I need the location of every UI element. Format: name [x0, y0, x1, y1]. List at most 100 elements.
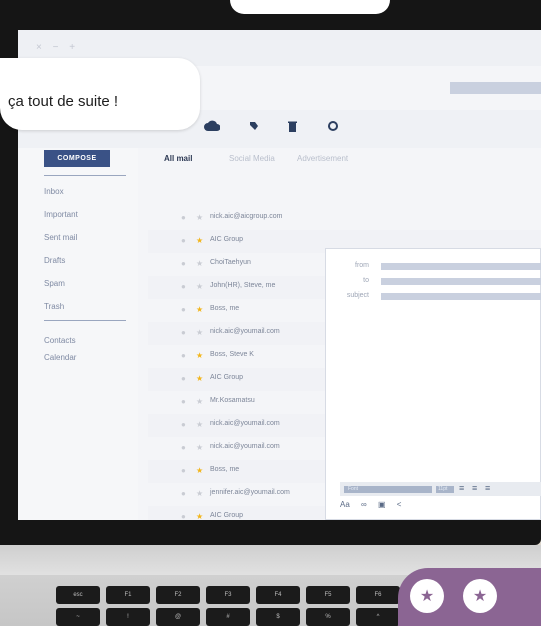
star-icon[interactable]: ★ [196, 236, 203, 245]
sidebar [18, 148, 138, 520]
message-sender: Boss, me [210, 466, 240, 473]
font-size-select[interactable]: 11pt [436, 486, 454, 493]
star-icon[interactable]: ★ [196, 489, 203, 498]
star-icon[interactable]: ★ [196, 305, 203, 314]
message-sender: Boss, Steve K [210, 351, 254, 358]
text-format-icon[interactable]: Aa [340, 500, 350, 509]
link-icon[interactable]: ∞ [361, 500, 367, 509]
select-checkbox[interactable]: ● [181, 374, 186, 383]
message-sender: nick.aic@youmail.com [210, 420, 280, 427]
sidebar-item-trash[interactable]: Trash [44, 302, 64, 311]
message-sender: nick.aic@aicgroup.com [210, 213, 283, 220]
star-icon[interactable]: ★ [196, 213, 203, 222]
from-field[interactable] [381, 263, 541, 270]
speech-bubble-text: ça tout de suite ! [8, 93, 119, 110]
key-5[interactable]: % [306, 608, 350, 626]
message-sender: ChoiTaehyun [210, 259, 251, 266]
sidebar-item-sent-mail[interactable]: Sent mail [44, 233, 77, 242]
select-checkbox[interactable]: ● [181, 305, 186, 314]
star-icon: ★ [419, 588, 435, 605]
message-sender: Boss, me [210, 305, 240, 312]
select-checkbox[interactable]: ● [181, 466, 186, 475]
to-field[interactable] [381, 278, 541, 285]
speech-bubble-fragment [230, 0, 390, 14]
message-sender: John(HR), Steve, me [210, 282, 276, 289]
key-f3[interactable]: F3 [206, 586, 250, 604]
message-sender: nick.aic@youmail.com [210, 328, 280, 335]
from-label: from [355, 262, 369, 269]
key-f5[interactable]: F5 [306, 586, 350, 604]
align-left-icon[interactable]: ≡ [459, 483, 464, 493]
star-icon[interactable]: ★ [196, 420, 203, 429]
tab-all-mail[interactable]: All mail [164, 154, 192, 163]
star-icon[interactable]: ★ [196, 397, 203, 406]
message-sender: AIC Group [210, 374, 244, 381]
select-checkbox[interactable]: ● [181, 236, 186, 245]
message-row[interactable]: ● ★ nick.aic@aicgroup.com [148, 207, 541, 230]
key-3[interactable]: # [206, 608, 250, 626]
star-icon[interactable]: ★ [196, 259, 203, 268]
star-button[interactable]: ★ [410, 579, 444, 613]
star-icon[interactable]: ★ [196, 443, 203, 452]
select-checkbox[interactable]: ● [181, 328, 186, 337]
select-checkbox[interactable]: ● [181, 512, 186, 520]
sidebar-item-important[interactable]: Important [44, 210, 78, 219]
image-icon[interactable]: ▣ [378, 500, 386, 509]
sidebar-item-drafts[interactable]: Drafts [44, 256, 65, 265]
message-sender: Mr.Kosamatsu [210, 397, 255, 404]
select-checkbox[interactable]: ● [181, 420, 186, 429]
align-right-icon[interactable]: ≡ [485, 483, 490, 493]
select-checkbox[interactable]: ● [181, 489, 186, 498]
star-icon[interactable]: ★ [196, 466, 203, 475]
select-checkbox[interactable]: ● [181, 351, 186, 360]
star-icon[interactable]: ★ [196, 328, 203, 337]
tab-social-media[interactable]: Social Media [229, 154, 275, 163]
message-sender: AIC Group [210, 236, 244, 243]
subject-label: subject [346, 292, 369, 299]
select-checkbox[interactable]: ● [181, 397, 186, 406]
key-esc[interactable]: esc [56, 586, 100, 604]
sidebar-item-spam[interactable]: Spam [44, 279, 65, 288]
key-2[interactable]: @ [156, 608, 200, 626]
message-sender: jennifer.aic@youmail.com [210, 489, 290, 496]
font-select[interactable]: Font [344, 486, 432, 493]
key-f4[interactable]: F4 [256, 586, 300, 604]
align-center-icon[interactable]: ≡ [472, 483, 477, 493]
key-1[interactable]: ! [106, 608, 150, 626]
window-controls[interactable]: × − + [36, 42, 79, 53]
search-input[interactable] [450, 82, 541, 94]
message-sender: nick.aic@youmail.com [210, 443, 280, 450]
settings-icon[interactable] [325, 118, 341, 134]
subject-field[interactable] [381, 293, 541, 300]
trash-icon[interactable] [284, 118, 300, 134]
share-icon[interactable]: < [397, 500, 402, 509]
key-4[interactable]: $ [256, 608, 300, 626]
star-icon[interactable]: ★ [196, 512, 203, 520]
tag-icon[interactable] [246, 118, 262, 134]
select-checkbox[interactable]: ● [181, 213, 186, 222]
star-icon[interactable]: ★ [196, 351, 203, 360]
compose-bottom-icons: Aa ∞ ▣ < [340, 500, 410, 509]
key-f6[interactable]: F6 [356, 586, 400, 604]
select-checkbox[interactable]: ● [181, 282, 186, 291]
cloud-icon[interactable] [204, 118, 220, 134]
key-f1[interactable]: F1 [106, 586, 150, 604]
key-f2[interactable]: F2 [156, 586, 200, 604]
star-icon[interactable]: ★ [196, 374, 203, 383]
sidebar-divider [44, 175, 126, 176]
star-icon: ★ [472, 588, 488, 605]
key-tilde[interactable]: ~ [56, 608, 100, 626]
key-6[interactable]: ^ [356, 608, 400, 626]
compose-button[interactable]: COMPOSE [44, 150, 110, 167]
star-button[interactable]: ★ [463, 579, 497, 613]
sidebar-divider [44, 320, 126, 321]
compose-panel [325, 248, 541, 520]
sidebar-item-contacts[interactable]: Contacts [44, 336, 76, 345]
select-checkbox[interactable]: ● [181, 259, 186, 268]
sidebar-item-calendar[interactable]: Calendar [44, 353, 76, 362]
tab-advertisement[interactable]: Advertisement [297, 154, 348, 163]
sidebar-item-inbox[interactable]: Inbox [44, 187, 64, 196]
select-checkbox[interactable]: ● [181, 443, 186, 452]
star-icon[interactable]: ★ [196, 282, 203, 291]
to-label: to [363, 277, 369, 284]
